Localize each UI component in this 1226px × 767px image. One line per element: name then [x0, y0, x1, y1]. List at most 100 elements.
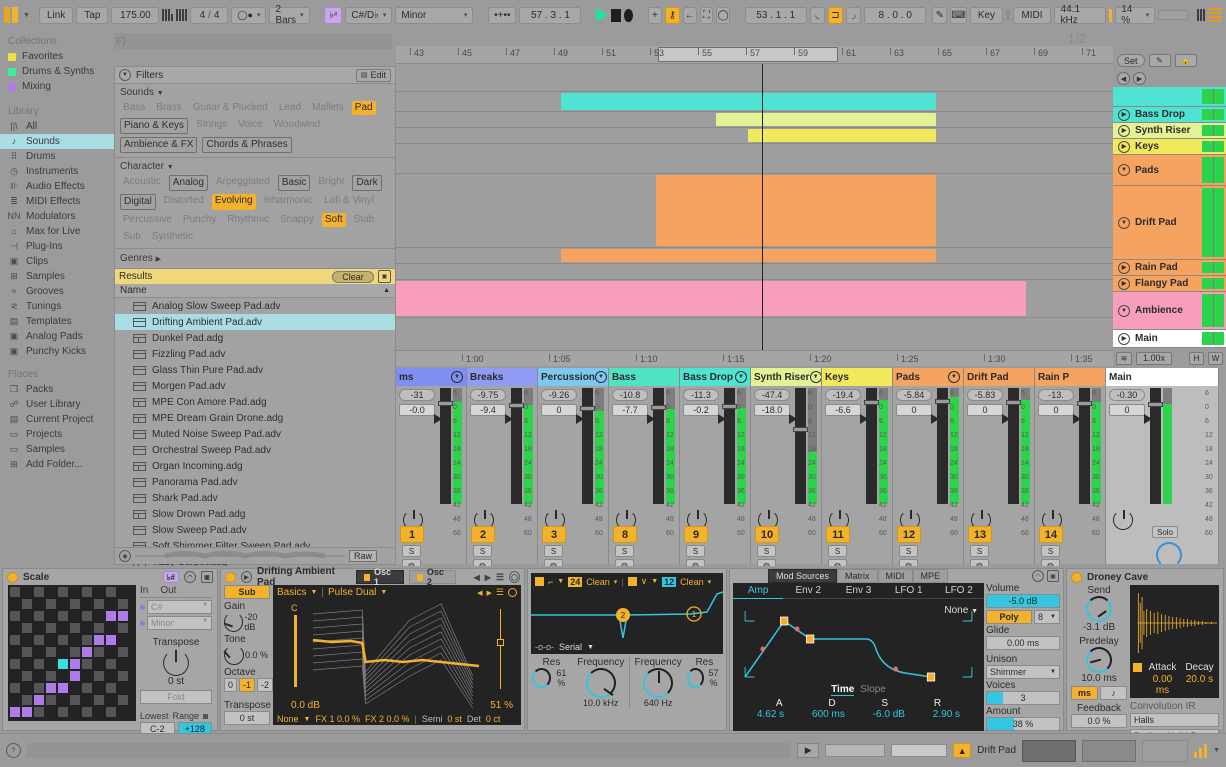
filter-routing[interactable]: Serial [559, 642, 582, 652]
drift-fx2[interactable]: FX 2 0.0 % [365, 714, 410, 724]
track-fold-icon[interactable]: ▼ [809, 371, 821, 383]
quantization-select[interactable]: 2 Bars ▾ [269, 4, 310, 26]
reverb-ir-waveform[interactable] [1130, 585, 1219, 661]
volume-value[interactable]: 0 [1109, 404, 1145, 416]
track-number[interactable]: 8 [613, 526, 637, 543]
track-title[interactable]: ms ▼ [396, 368, 466, 386]
solo-button[interactable]: S [473, 545, 492, 557]
pan-value[interactable]: -13. [1038, 389, 1074, 401]
drift-save-icon[interactable]: ◯ [509, 571, 520, 583]
scene-next-icon[interactable]: ▶ [1133, 72, 1146, 85]
tab-osc2[interactable]: Osc 2 [408, 567, 457, 587]
places-item-current-project[interactable]: ▤ Current Project [0, 412, 114, 427]
drift-sub-button[interactable]: Sub [224, 585, 270, 599]
pan-value[interactable]: -0.30 [1109, 389, 1145, 401]
mod-poly-button[interactable]: Poly [986, 610, 1032, 624]
volume-value[interactable]: -6.6 [825, 404, 861, 416]
sidebar-item-midi-effects[interactable]: ≣ MIDI Effects [0, 194, 114, 209]
result-item[interactable]: Morgen Pad.adv [115, 378, 395, 394]
fader-handle[interactable] [935, 398, 950, 404]
fader-handle[interactable] [1006, 400, 1021, 405]
drift-fx1[interactable]: FX 1 0.0 % [315, 714, 360, 724]
result-item[interactable]: Orchestral Sweep Pad.adv [115, 442, 395, 458]
mixer-channel-synth-riser[interactable]: Synth Riser ▼ -47.4 -18.0 6 0 6 12 18 24 30 36 42 48 6… [751, 368, 822, 571]
filter-tag-bass[interactable]: Bass [120, 101, 148, 115]
result-item[interactable]: Shark Pad.adv [115, 490, 395, 506]
env-tab-env-3[interactable]: Env 3 [833, 583, 884, 599]
width-fit-button[interactable]: W [1208, 351, 1223, 365]
tab-osc1[interactable]: Osc 1 [355, 567, 404, 587]
time-ruler[interactable]: 1:00 1:05 1:10 1:15 1:20 1:25 1:30 1:35 [396, 350, 1116, 366]
track-fold-icon[interactable]: ▼ [451, 371, 463, 383]
drift-wave-list-icon[interactable]: ☰ [496, 587, 504, 598]
reverb-feedback-value[interactable]: 0.0 % [1071, 714, 1127, 728]
sidebar-item-sounds[interactable]: ♪ Sounds [0, 134, 114, 149]
reverb-predelay-knob[interactable] [1086, 647, 1112, 673]
track-title[interactable]: Drift Pad [964, 368, 1034, 386]
filter2-enable-icon[interactable] [627, 577, 637, 586]
sidebar-item-clips[interactable]: ▣ Clips [0, 254, 114, 269]
filter-tag-digital[interactable]: Digital [120, 194, 156, 210]
fader-handle[interactable] [722, 404, 737, 410]
solo-button[interactable]: S [757, 545, 776, 557]
fader-handle[interactable] [509, 403, 524, 408]
status-clip-slot[interactable] [891, 744, 948, 757]
result-item[interactable]: Analog Slow Sweep Pad.adv [115, 298, 395, 314]
session-track-rain-pad[interactable]: ▶ Rain Pad [1113, 260, 1226, 276]
chevron-down-icon[interactable]: ▼ [167, 164, 174, 171]
pan-value[interactable]: -9.26 [541, 389, 577, 401]
status-device-led[interactable]: ▲ [953, 743, 972, 758]
result-item[interactable]: Fizzling Pad.adv [115, 346, 395, 362]
scale-mod-icon[interactable]: ◠ [184, 571, 196, 583]
reverb-sync-button[interactable]: ♪ [1100, 686, 1127, 700]
filter-tag-analog[interactable]: Analog [168, 175, 208, 191]
reverb-ir-category[interactable]: Halls [1130, 713, 1219, 727]
track-fold-icon[interactable]: ▼ [948, 371, 960, 383]
filters-edit-button[interactable]: ▤ Edit [355, 68, 391, 82]
track-title[interactable]: Percussion ▼ [538, 368, 608, 386]
track-launch-icon[interactable]: ▶ [1118, 332, 1130, 345]
draw-mode-icon[interactable]: ✎ [932, 6, 948, 24]
result-item[interactable]: Organ Incoming.adg [115, 458, 395, 474]
arrangement-lane[interactable] [396, 248, 1116, 264]
session-track-main[interactable]: ▶ Main [1113, 330, 1226, 348]
mixer-channel-keys[interactable]: Keys -19.4 -6.6 6 0 6 12 18 24 30 36 42 48 60 11 S ◍ [822, 368, 893, 571]
device-power-icon[interactable] [225, 571, 236, 583]
sidebar-item-drums[interactable]: ⠿ Drums [0, 149, 114, 164]
mod-tab-bar[interactable]: Mod Sources Matrix MIDI MPE [730, 569, 1063, 583]
computer-midi-keyboard-icon[interactable]: ⌨ [950, 6, 967, 24]
filter-tag-lofi-vinyl[interactable]: Lofi & Vinyl [321, 194, 377, 210]
arrangement-lane[interactable] [396, 112, 1116, 128]
session-track-drift-pad[interactable]: ▼ Drift Pad [1113, 186, 1226, 260]
record-button[interactable] [623, 8, 634, 22]
volume-value[interactable]: -9.4 [470, 404, 506, 416]
drift-wave-prev-icon[interactable]: ◀ [477, 589, 482, 597]
sample-rate-display[interactable]: 44.1 kHz [1053, 4, 1106, 26]
loop-switch-button[interactable]: ⊐ [827, 6, 844, 24]
filter1-mode[interactable]: Clean [586, 577, 610, 587]
session-track-keys[interactable]: ▶ Keys [1113, 139, 1226, 155]
device-drift[interactable]: ▶ Drifting Ambient Pad Osc 1 Osc 2 ◀ ▶ ☰… [220, 566, 525, 731]
result-item[interactable]: Panorama Pad.adv [115, 474, 395, 490]
track-title[interactable]: Pads ▼ [893, 368, 963, 386]
cue-volume-knob[interactable] [1156, 542, 1182, 568]
adsr-value[interactable]: -6.0 dB [873, 709, 905, 720]
drift-det-value[interactable]: 0 ct [486, 714, 501, 724]
volume-value[interactable]: -18.0 [754, 404, 790, 416]
drift-amount-slider[interactable] [497, 609, 504, 689]
drift-octave-minus1[interactable]: -1 [239, 678, 256, 692]
metronome-settings[interactable]: ◯● ▾ [231, 6, 267, 24]
drift-octave-selector[interactable]: 0 -1 -2 [224, 678, 274, 692]
track-title[interactable]: Synth Riser ▼ [751, 368, 821, 386]
filter-response-curve[interactable]: 2 1 [531, 590, 723, 640]
scale-select[interactable]: Minor ▾ [395, 6, 474, 24]
arrangement-clip[interactable] [561, 93, 936, 110]
mod-tab-mod-sources[interactable]: Mod Sources [768, 569, 838, 583]
raw-preview-button[interactable]: Raw [349, 550, 378, 562]
adsr-value[interactable]: 4.62 s [757, 709, 784, 720]
mod-volume-value[interactable]: -5.0 dB [986, 594, 1060, 608]
track-number[interactable]: 9 [684, 526, 708, 543]
mod-tab-matrix[interactable]: Matrix [837, 569, 878, 583]
automation-arm-button[interactable]: ⚷ [664, 6, 680, 24]
pan-value[interactable]: -5.83 [967, 389, 1003, 401]
